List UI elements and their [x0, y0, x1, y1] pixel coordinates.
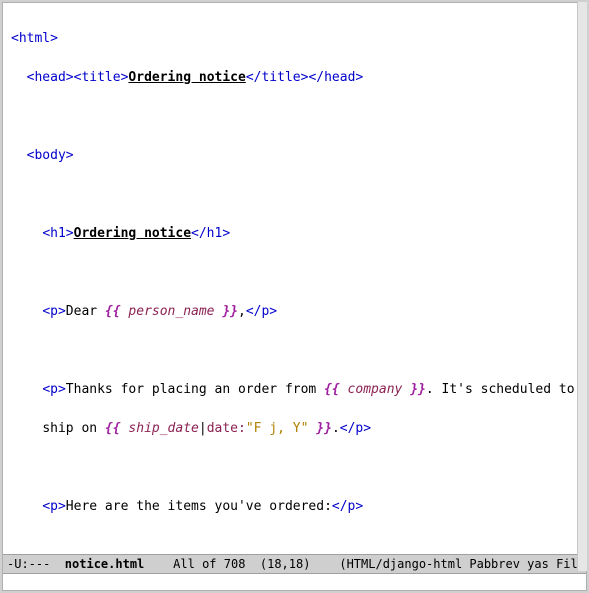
var-company: company: [340, 382, 410, 397]
blank-line: [11, 185, 578, 205]
blank-line: [11, 341, 578, 361]
code-line: <p>Thanks for placing an order from {{ c…: [11, 380, 578, 400]
tag-html-open: <html>: [11, 31, 58, 46]
modeline-position: All of 708 (18,18): [152, 555, 340, 573]
text-period: .: [332, 421, 340, 436]
tag-h1-close: </h1>: [191, 226, 230, 241]
code-line: <p>Dear {{ person_name }},</p>: [11, 302, 578, 322]
code-line: ship on {{ ship_date|date:"F j, Y" }}.</…: [11, 419, 578, 439]
text-thanks1: Thanks for placing an order from: [66, 382, 324, 397]
tag-p-close: </p>: [246, 304, 277, 319]
code-line: <body>: [11, 146, 578, 166]
blank-line: [11, 536, 578, 555]
modeline-buffer-name: notice.html: [58, 555, 152, 573]
right-fringe: [577, 2, 587, 571]
pipe: |: [199, 421, 207, 436]
tag-p-close: </p>: [332, 499, 363, 514]
h1-text: Ordering notice: [74, 226, 191, 241]
tag-title-close: </title>: [246, 70, 309, 85]
filter-date: date:: [207, 421, 246, 436]
text-comma: ,: [238, 304, 246, 319]
text-dear: Dear: [66, 304, 105, 319]
tag-head-close: </head>: [308, 70, 363, 85]
str-date-fmt: "F j, Y": [246, 421, 316, 436]
text-here-items: Here are the items you've ordered:: [66, 499, 332, 514]
tag-head-open: <head>: [27, 70, 74, 85]
code-line: <h1>Ordering notice</h1>: [11, 224, 578, 244]
mode-line[interactable]: -U:--- notice.html All of 708 (18,18) (H…: [3, 554, 586, 574]
dd-close: }}: [410, 382, 426, 397]
dd-open: {{: [105, 304, 121, 319]
blank-line: [11, 107, 578, 127]
title-text: Ordering notice: [128, 70, 245, 85]
tag-p-open: <p>: [42, 382, 65, 397]
dd-open: {{: [324, 382, 340, 397]
dd-close: }}: [222, 304, 238, 319]
tag-p-open: <p>: [42, 499, 65, 514]
text-ship-on: ship on: [42, 421, 105, 436]
var-ship-date: ship_date: [121, 421, 199, 436]
mini-buffer[interactable]: [3, 574, 586, 590]
code-line: <head><title>Ordering notice</title></he…: [11, 68, 578, 88]
code-line: <html>: [11, 29, 578, 49]
var-person-name: person_name: [121, 304, 223, 319]
modeline-status: -U:---: [7, 555, 58, 573]
tag-p-close: </p>: [340, 421, 371, 436]
code-buffer[interactable]: <html> <head><title>Ordering notice</tit…: [3, 3, 586, 554]
emacs-frame: <html> <head><title>Ordering notice</tit…: [2, 2, 587, 591]
text-thanks2: . It's scheduled to: [426, 382, 575, 397]
tag-p-open: <p>: [42, 304, 65, 319]
tag-body-open: <body>: [27, 148, 74, 163]
code-line: <p>Here are the items you've ordered:</p…: [11, 497, 578, 517]
tag-title-open: <title>: [74, 70, 129, 85]
dd-close: }}: [316, 421, 332, 436]
modeline-modes: (HTML/django-html Pabbrev yas Fill)--: [339, 555, 586, 573]
tag-h1-open: <h1>: [42, 226, 73, 241]
blank-line: [11, 458, 578, 478]
blank-line: [11, 263, 578, 283]
dd-open: {{: [105, 421, 121, 436]
